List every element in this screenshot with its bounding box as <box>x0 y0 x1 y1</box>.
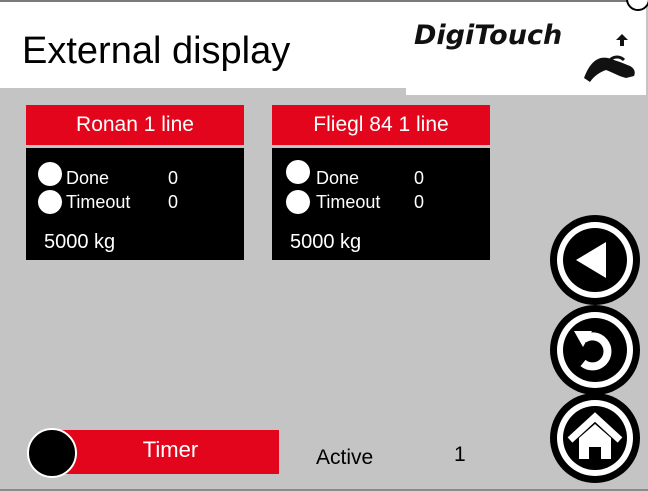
done-status-dot-icon <box>286 160 310 184</box>
timeout-value: 0 <box>168 192 179 212</box>
touch-hand-icon <box>584 34 635 82</box>
timer-status-indicator-icon <box>27 428 77 478</box>
weight-value: 5000 kg <box>44 231 116 253</box>
corner-badge-icon <box>626 0 648 11</box>
timeout-row: Timeout 0 <box>26 188 226 216</box>
card-title-ronan[interactable]: Ronan 1 line <box>26 105 244 145</box>
card-panel-ronan: Done 0 Timeout 0 5000 kg <box>26 148 244 260</box>
timeout-value: 0 <box>414 192 425 212</box>
logo-text: DigiTouch <box>414 20 563 51</box>
page-title: External display <box>22 30 291 72</box>
back-triangle-icon <box>557 222 633 298</box>
done-value: 0 <box>414 168 425 188</box>
done-label: Done <box>66 168 110 188</box>
refresh-icon <box>557 312 633 388</box>
home-button[interactable] <box>550 393 640 483</box>
timeout-row: Timeout 0 <box>272 188 472 216</box>
timer-button[interactable]: Timer <box>62 430 279 474</box>
card-title-fliegl[interactable]: Fliegl 84 1 line <box>272 105 490 145</box>
done-value: 0 <box>168 168 179 188</box>
done-row: Done 0 <box>272 160 472 188</box>
done-row: Done 0 <box>26 162 226 190</box>
active-label: Active <box>316 446 374 469</box>
back-button[interactable] <box>550 215 640 305</box>
done-status-dot-icon <box>38 162 62 186</box>
timeout-status-dot-icon <box>286 190 310 214</box>
timeout-label: Timeout <box>316 192 381 212</box>
timeout-status-dot-icon <box>38 190 62 214</box>
home-icon <box>557 400 633 476</box>
timeout-label: Timeout <box>66 192 131 212</box>
card-panel-fliegl: Done 0 Timeout 0 5000 kg <box>272 148 490 260</box>
done-label: Done <box>316 168 360 188</box>
active-value: 1 <box>454 443 466 466</box>
refresh-button[interactable] <box>550 305 640 395</box>
weight-value: 5000 kg <box>290 231 362 253</box>
title-panel: External display <box>0 2 406 88</box>
brand-logo: DigiTouch <box>406 2 646 95</box>
